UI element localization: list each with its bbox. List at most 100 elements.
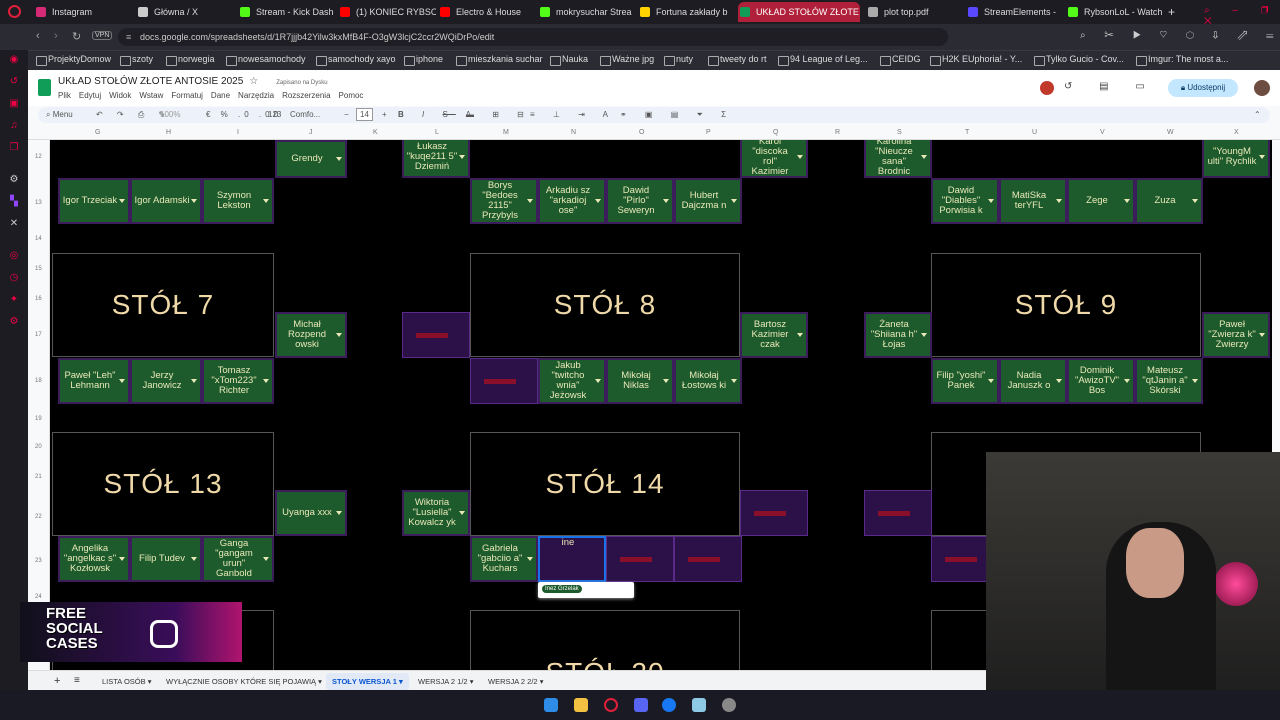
bookmark-item[interactable]: norwegia [166,54,215,66]
guest-cell[interactable]: Hubert Dajczma n [674,178,742,224]
twitch-icon[interactable]: ▚ [8,196,20,208]
cell-format-icons[interactable]: ▬ ⊞ ⊟ [466,110,532,119]
row-label[interactable]: 14 [35,236,42,242]
column-label[interactable]: M [503,129,509,136]
menu-search-icon[interactable]: ⌕ Menu [46,110,73,120]
autocomplete-chip[interactable]: Inez Grzelak [542,585,582,593]
menu-view[interactable]: Widok [109,91,131,100]
tab-instagram[interactable]: Instagram [34,2,132,22]
all-sheets-icon[interactable]: ≡ [74,675,80,686]
column-label[interactable]: L [435,129,439,136]
row-label[interactable]: 15 [35,266,42,272]
guest-cell[interactable]: Gabriela "gabciio a" Kuchars [470,536,538,582]
bookmark-item[interactable]: Tylko Gucio - Cov... [1034,54,1124,66]
column-label[interactable]: K [373,129,378,136]
row-label[interactable]: 17 [35,332,42,338]
guest-cell[interactable]: Angelika "angelkac s" Kozłowsk [58,536,130,582]
empty-seat-cell[interactable] [470,358,538,404]
font-select[interactable]: Comfo... [290,110,320,119]
new-tab-button[interactable]: + [1164,2,1180,22]
reload-icon[interactable]: ↻ [72,30,81,43]
guest-cell[interactable]: Jerzy Janowicz [130,358,202,404]
bookmark-item[interactable]: ProjektyDomow [36,54,111,66]
opera-logo-icon[interactable] [8,5,21,18]
column-label[interactable]: T [965,129,969,136]
bookmark-item[interactable]: iphone [404,54,443,66]
guest-cell[interactable]: Nadia Januszk o [999,358,1067,404]
wallet-icon[interactable]: ▣ [8,98,20,110]
bookmark-item[interactable]: samochody xayo [316,54,396,66]
column-label[interactable]: P [706,129,711,136]
guest-cell[interactable]: Uyanga xxx [275,490,347,536]
guest-cell[interactable]: Paweł "Zwierza k" Zwierzy [1202,312,1270,358]
music-icon[interactable]: ♫ [8,120,20,132]
guest-cell[interactable]: Karolina "Nieucze sana" Brodnic [864,140,932,178]
notepad-icon[interactable] [692,698,706,712]
pin-icon[interactable]: ✦ [8,294,20,306]
facebook-icon[interactable] [662,698,676,712]
clock-icon[interactable]: ◷ [8,272,20,284]
guest-cell[interactable]: Karol "discoka rol" Kazimier [740,140,808,178]
column-label[interactable]: J [309,129,313,136]
active-cell-editor[interactable]: ine [538,536,606,582]
guest-cell[interactable]: Zege [1067,178,1135,224]
sheet-tab[interactable]: WERSJA 2 1/2 ▾ [418,677,473,686]
bookmark-item[interactable]: mieszkania suchar [456,54,543,66]
tab-pdf[interactable]: plot top.pdf [866,2,962,22]
menu-help[interactable]: Pomoc [339,91,364,100]
forward-icon[interactable]: › [54,30,58,42]
guest-cell[interactable]: Bartosz Kazimier czak [740,312,808,358]
sheet-tab[interactable]: WYŁĄCZNIE OSOBY KTÓRE SIĘ POJAWIĄ ▾ [166,677,322,686]
sheet-tab-active[interactable]: STOŁY WERSJA 1 ▾ [326,673,409,690]
column-label[interactable]: N [571,129,576,136]
tab-x[interactable]: Główna / X [136,2,234,22]
guest-cell[interactable]: Żaneta "Shiiana h" Łojas [864,312,932,358]
row-label[interactable]: 21 [35,474,42,480]
windows-start-icon[interactable] [544,698,558,712]
avatar[interactable] [1040,81,1054,95]
guest-cell[interactable]: Filip "yoshi" Panek [931,358,999,404]
zoom-select[interactable]: 100% [160,110,180,119]
bookmark-item[interactable]: szoty [120,54,153,66]
empty-seat-cell[interactable] [674,536,742,582]
menu-file[interactable]: Plik [58,91,71,100]
row-label[interactable]: 18 [35,378,42,384]
tab-youtube-koniec[interactable]: (1) KONIEC RYBSO [338,2,436,22]
bookmark-item[interactable]: Ważne jpg [600,54,654,66]
column-label[interactable]: O [639,129,644,136]
tab-kick-dashboard[interactable]: Stream - Kick Dash [238,2,336,22]
back-icon[interactable]: ‹ [36,30,40,42]
menu-extensions[interactable]: Rozszerzenia [282,91,330,100]
guest-cell[interactable]: Dawid "Diables" Porwisia k [931,178,999,224]
guest-cell[interactable]: Paweł "Leh" Lehmann [58,358,130,404]
guest-cell[interactable]: Igor Adamski [130,178,202,224]
guest-cell[interactable]: MatiSka terYFL [999,178,1067,224]
guest-cell[interactable]: Borys "Bedoes 2115" Przybyls [470,178,538,224]
account-avatar[interactable] [1254,80,1270,96]
guest-cell[interactable]: Wiktoria "Lusiella" Kowalcz yk [402,490,470,536]
guest-cell[interactable]: Michał Rozpend owski [275,312,347,358]
column-label[interactable]: G [95,129,100,136]
font-size-decrease[interactable]: − [344,110,349,119]
bookmark-item[interactable]: H2K EUphoria! - Y... [930,54,1022,66]
font-size-increase[interactable]: + [382,110,387,119]
menu-format[interactable]: Formatuj [171,91,203,100]
document-title[interactable]: UKŁAD STOŁÓW ZŁOTE ANTOSIE 2025 ☆ Zapisano… [58,76,328,87]
file-explorer-icon[interactable] [574,698,588,712]
history-icon[interactable]: ↺ [8,76,20,88]
tab-rybsonlol[interactable]: RybsonLoL - Watch [1066,2,1162,22]
column-label[interactable]: U [1032,129,1037,136]
row-label[interactable]: 12 [35,154,42,160]
row-label[interactable]: 24 [35,594,42,600]
column-label[interactable]: S [897,129,902,136]
column-label[interactable]: W [1167,129,1174,136]
guest-cell[interactable]: Szymon Lekston [202,178,274,224]
guest-cell[interactable]: Filip Tudev [130,536,202,582]
column-label[interactable]: V [1100,129,1105,136]
tab-fortuna[interactable]: Fortuna zakłady b [638,2,736,22]
align-icons[interactable]: ≡ ⊥ ⇥ A [530,110,616,119]
discord-icon[interactable] [634,698,648,712]
guest-cell[interactable]: Dominik "AwizoTV" Bos [1067,358,1135,404]
url-input[interactable]: ≡ docs.google.com/spreadsheets/d/1R7jjjb4… [118,28,948,46]
gear-icon[interactable]: ⚙ [8,316,20,328]
